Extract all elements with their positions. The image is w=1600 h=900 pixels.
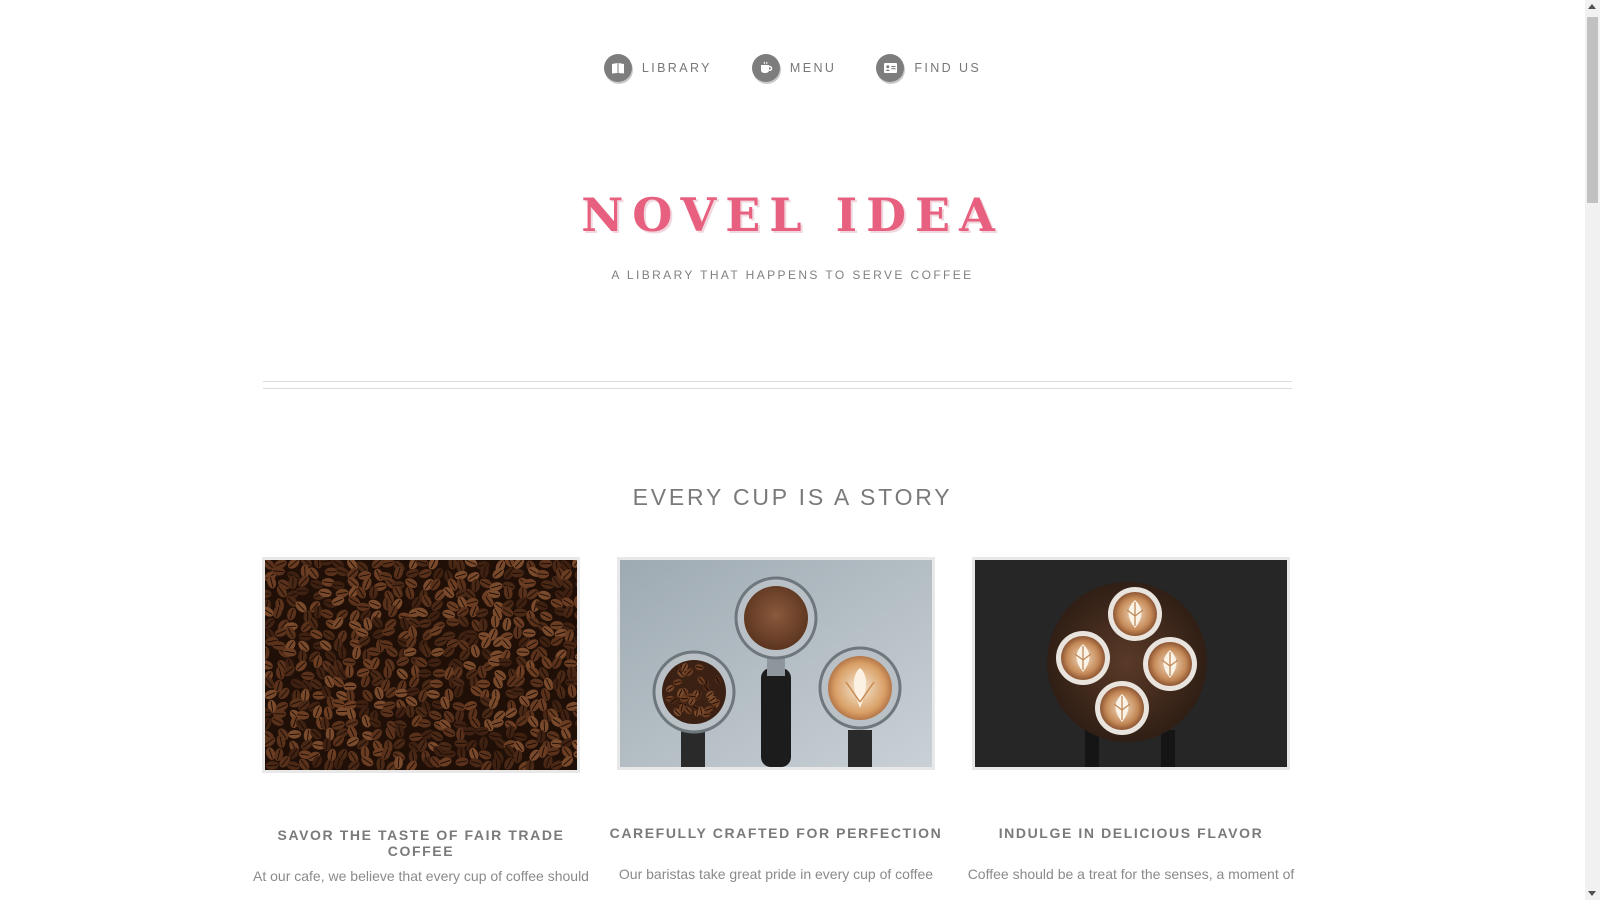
card-image-frame [262,557,580,773]
card-text: Coffee should be a treat for the senses,… [967,866,1295,882]
site-tagline: A LIBRARY THAT HAPPENS TO SERVE COFFEE [611,268,974,282]
nav-item-library[interactable]: LIBRARY [603,54,712,82]
scroll-down-arrow-icon[interactable] [1588,891,1596,896]
card-image-frame [972,557,1290,770]
section-heading: EVERY CUP IS A STORY [632,484,953,510]
divider [263,388,1292,389]
book-icon [603,54,632,82]
coffee-cup-icon [751,54,780,82]
top-nav: LIBRARY MENU FIND US [0,54,1585,82]
divider [263,381,1292,382]
card-title: SAVOR THE TASTE OF FAIR TRADE COFFEE [277,827,565,859]
card-text: Our baristas take great pride in every c… [618,866,934,882]
card-title: CAREFULLY CRAFTED FOR PERFECTION [609,825,943,841]
nav-label-menu: MENU [789,61,837,75]
address-card-icon [876,54,905,82]
espresso-portafilters-photo [620,560,932,767]
card-text: At our cafe, we believe that every cup o… [253,868,589,884]
scrollbar-thumb[interactable] [1587,17,1598,203]
page: LIBRARY MENU FIND US NOVEL IDEA A LIBRAR… [0,0,1585,900]
scroll-up-arrow-icon[interactable] [1588,4,1596,9]
latte-art-cups-photo [975,560,1287,767]
nav-label-find-us: FIND US [914,61,982,75]
vertical-scrollbar[interactable] [1585,0,1600,900]
card-title: INDULGE IN DELICIOUS FLAVOR [998,825,1264,841]
feature-card-flavor: INDULGE IN DELICIOUS FLAVOR Coffee shoul… [968,557,1294,882]
feature-card-crafted: CAREFULLY CRAFTED FOR PERFECTION Our bar… [610,557,941,882]
nav-label-library: LIBRARY [641,61,712,75]
card-image-frame [617,557,935,770]
site-title: NOVEL IDEA [581,188,1004,242]
nav-item-find-us[interactable]: FIND US [876,54,981,82]
nav-item-menu[interactable]: MENU [751,54,837,82]
feature-card-fair-trade: SAVOR THE TASTE OF FAIR TRADE COFFEE At … [253,557,589,884]
coffee-beans-photo [265,560,577,770]
